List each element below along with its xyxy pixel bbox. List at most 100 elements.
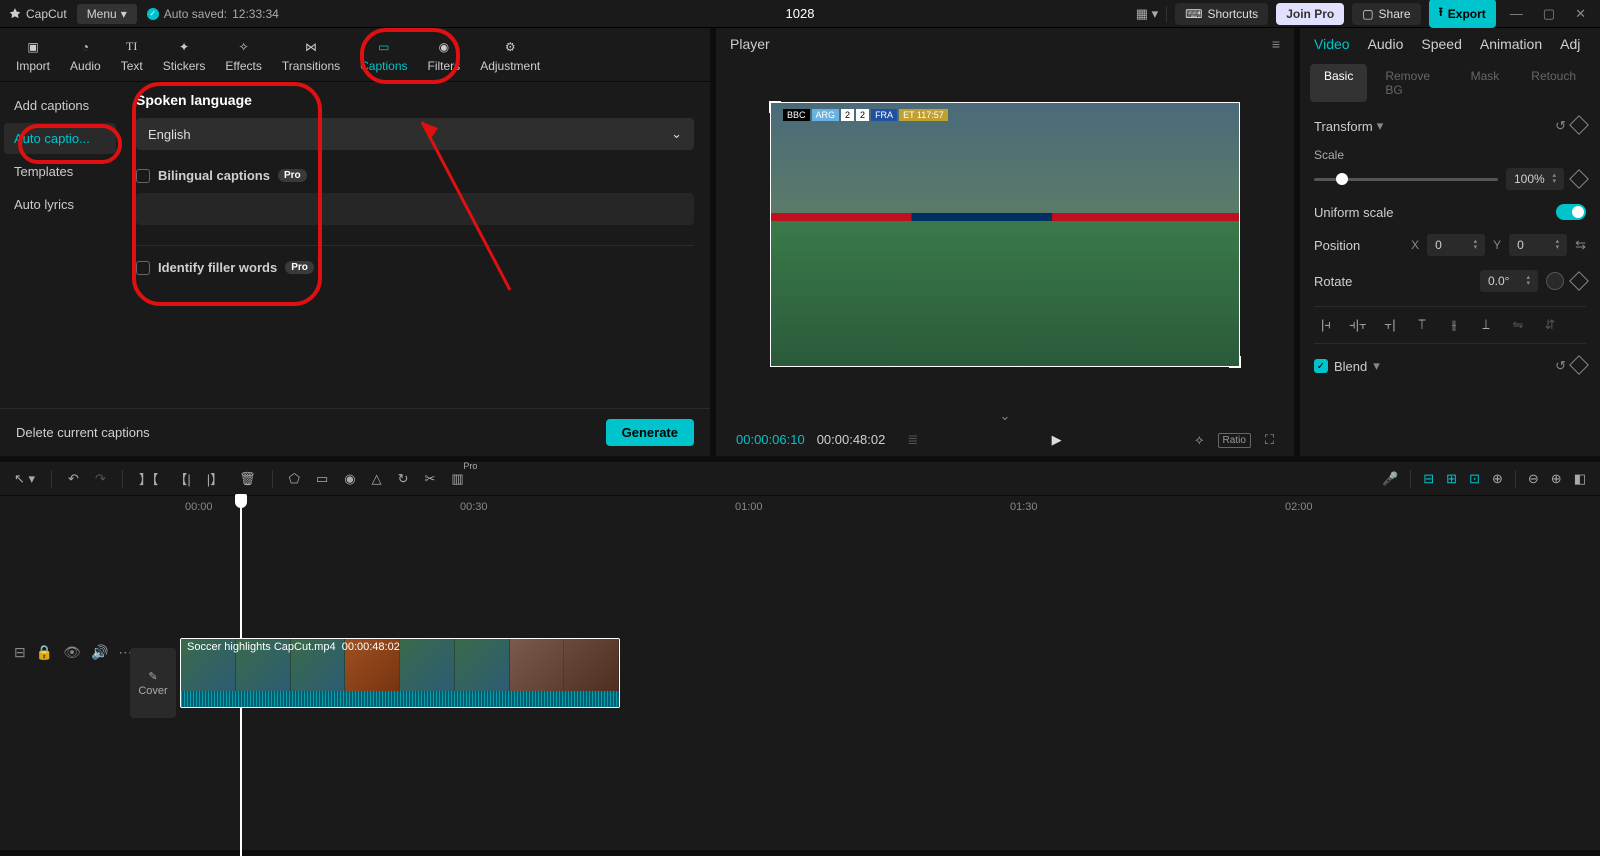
player-drag-handle[interactable]: ⌄ xyxy=(716,408,1294,424)
align-top-icon[interactable]: ⟙ xyxy=(1410,313,1434,337)
share-button[interactable]: ▢ Share xyxy=(1352,3,1420,25)
tab-text[interactable]: TIText xyxy=(111,28,153,81)
chevron-down-icon[interactable]: ▾ xyxy=(1377,118,1384,134)
uniform-scale-toggle[interactable] xyxy=(1556,204,1586,220)
timeline-tracks[interactable]: Soccer highlights CapCut.mp4 00:00:48:02 xyxy=(176,518,1600,850)
align-bottom-icon[interactable]: ⟘ xyxy=(1474,313,1498,337)
magnet-track-icon[interactable]: ⊞ xyxy=(1446,471,1457,487)
lock-icon[interactable]: 🔒 xyxy=(36,644,53,661)
sidebar-item-add-captions[interactable]: Add captions xyxy=(4,90,116,121)
project-title[interactable]: 1028 xyxy=(786,6,815,21)
zoom-out-icon[interactable]: ⊖ xyxy=(1528,471,1539,487)
tab-stickers[interactable]: ✦Stickers xyxy=(153,28,216,81)
record-icon[interactable]: ◉ xyxy=(344,471,355,487)
video-clip[interactable]: Soccer highlights CapCut.mp4 00:00:48:02 xyxy=(180,638,620,708)
flip-h-icon[interactable]: ⇋ xyxy=(1506,313,1530,337)
zoom-fit-icon[interactable]: ◧ xyxy=(1574,471,1586,487)
rotate-cw-icon[interactable]: ↻ xyxy=(398,471,409,487)
keyframe-icon[interactable] xyxy=(1569,355,1589,375)
delete-captions-row[interactable]: Delete current captions xyxy=(16,425,150,440)
align-center-h-icon[interactable]: ⫞|⫟ xyxy=(1346,313,1370,337)
keyframe-icon[interactable] xyxy=(1569,169,1589,189)
keyframe-icon[interactable] xyxy=(1569,115,1589,135)
join-pro-button[interactable]: Join Pro xyxy=(1276,3,1344,25)
stepper-icon[interactable]: ▴▾ xyxy=(1552,173,1556,185)
layout-toggle[interactable]: ▦ ▾ xyxy=(1136,6,1158,22)
insp-tab-audio[interactable]: Audio xyxy=(1368,36,1404,52)
blend-checkbox[interactable]: ✓ xyxy=(1314,359,1328,373)
scale-slider[interactable] xyxy=(1314,178,1498,181)
bilingual-captions-row[interactable]: Bilingual captions Pro xyxy=(136,168,694,183)
insp-tab-adjust[interactable]: Adj xyxy=(1560,36,1580,52)
redo-icon[interactable]: ↷ xyxy=(95,471,106,487)
tab-transitions[interactable]: ⋈Transitions xyxy=(272,28,350,81)
undo-icon[interactable]: ↶ xyxy=(68,471,79,487)
link-icon[interactable]: ⇆ xyxy=(1575,237,1586,253)
speaker-icon[interactable]: 🔊 xyxy=(91,644,108,661)
position-x-input[interactable]: 0▴▾ xyxy=(1427,234,1485,256)
zoom-in-icon[interactable]: ⊕ xyxy=(1551,471,1562,487)
split-left-icon[interactable]: 【| xyxy=(174,469,190,488)
rotate-input[interactable]: 0.0°▴▾ xyxy=(1480,270,1538,292)
generate-button[interactable]: Generate xyxy=(606,419,694,446)
subtab-removebg[interactable]: Remove BG xyxy=(1371,64,1452,102)
sidebar-item-auto-captions[interactable]: Auto captio... xyxy=(4,123,116,154)
split-right-icon[interactable]: |】 xyxy=(207,469,223,488)
insp-tab-animation[interactable]: Animation xyxy=(1480,36,1542,52)
tab-audio[interactable]: ◔Audio xyxy=(60,28,111,81)
position-y-input[interactable]: 0▴▾ xyxy=(1509,234,1567,256)
scan-icon[interactable]: ⟡ xyxy=(1195,432,1204,448)
list-icon[interactable]: ≣ xyxy=(907,432,918,448)
magnet-main-icon[interactable]: ⊟ xyxy=(1423,471,1434,487)
player-video-area[interactable]: BBC ARG 2 2 FRA ET 117:57 xyxy=(716,60,1294,408)
filler-words-row[interactable]: Identify filler words Pro xyxy=(136,260,694,275)
magnet-link-icon[interactable]: ⊡ xyxy=(1469,471,1480,487)
preview-snap-icon[interactable]: ⊕ xyxy=(1492,471,1503,487)
fullscreen-icon[interactable]: ⛶ xyxy=(1265,432,1274,448)
player-menu-icon[interactable]: ≡ xyxy=(1272,36,1280,52)
sidebar-item-templates[interactable]: Templates xyxy=(4,156,116,187)
checkbox-icon[interactable] xyxy=(136,261,150,275)
rotate-dial-icon[interactable] xyxy=(1546,272,1564,290)
align-left-icon[interactable]: |⫞ xyxy=(1314,313,1338,337)
tab-import[interactable]: ▣Import xyxy=(6,28,60,81)
pointer-icon[interactable]: ↖ ▾ xyxy=(14,471,35,487)
minimize-icon[interactable]: — xyxy=(1504,6,1529,21)
split-icon[interactable]: 】【 xyxy=(139,469,159,488)
language-select[interactable]: English ⌄ xyxy=(136,118,694,150)
crop-rect-icon[interactable]: ▭ xyxy=(316,471,328,487)
sidebar-item-auto-lyrics[interactable]: Auto lyrics xyxy=(4,189,116,220)
subtab-basic[interactable]: Basic xyxy=(1310,64,1367,102)
align-center-v-icon[interactable]: ⫲ xyxy=(1442,313,1466,337)
tab-filters[interactable]: ◉Filters xyxy=(418,28,471,81)
shortcuts-button[interactable]: ⌨ Shortcuts xyxy=(1175,3,1268,25)
mirror-icon[interactable]: △ xyxy=(372,471,382,487)
export-button[interactable]: ⭱ Export xyxy=(1429,0,1496,28)
insp-tab-speed[interactable]: Speed xyxy=(1421,36,1461,52)
align-right-icon[interactable]: ⫟| xyxy=(1378,313,1402,337)
timeline-ruler[interactable]: 00:00 00:30 01:00 01:30 02:00 xyxy=(0,496,1600,518)
shape-icon[interactable]: ⬠ xyxy=(289,471,300,487)
cover-button[interactable]: ✎ Cover xyxy=(130,648,176,718)
subtab-mask[interactable]: Mask xyxy=(1457,64,1514,102)
flip-v-icon[interactable]: ⇵ xyxy=(1538,313,1562,337)
close-icon[interactable]: ✕ xyxy=(1569,6,1592,22)
chevron-down-icon[interactable]: ▾ xyxy=(1373,358,1380,374)
reset-icon[interactable]: ↺ xyxy=(1555,358,1566,374)
reset-icon[interactable]: ↺ xyxy=(1555,118,1566,134)
menu-button[interactable]: Menu ▾ xyxy=(77,4,137,24)
play-button[interactable]: ▶ xyxy=(1052,432,1062,448)
video-preview[interactable]: BBC ARG 2 2 FRA ET 117:57 xyxy=(770,102,1240,367)
delete-icon[interactable]: 🗑 xyxy=(239,471,256,487)
tab-captions[interactable]: ▭Captions xyxy=(350,28,417,81)
tab-effects[interactable]: ✧Effects xyxy=(215,28,271,81)
eye-icon[interactable]: 👁 xyxy=(63,644,81,661)
crop-icon[interactable]: ✂ xyxy=(425,471,436,487)
tab-adjustment[interactable]: ⚙Adjustment xyxy=(470,28,550,81)
checkbox-icon[interactable] xyxy=(136,169,150,183)
insp-tab-video[interactable]: Video xyxy=(1314,36,1350,52)
scale-value-input[interactable]: 100%▴▾ xyxy=(1506,168,1564,190)
smart-tool-icon[interactable]: ▥Pro xyxy=(451,471,463,487)
ratio-button[interactable]: Ratio xyxy=(1218,433,1251,448)
subtab-retouch[interactable]: Retouch xyxy=(1517,64,1590,102)
